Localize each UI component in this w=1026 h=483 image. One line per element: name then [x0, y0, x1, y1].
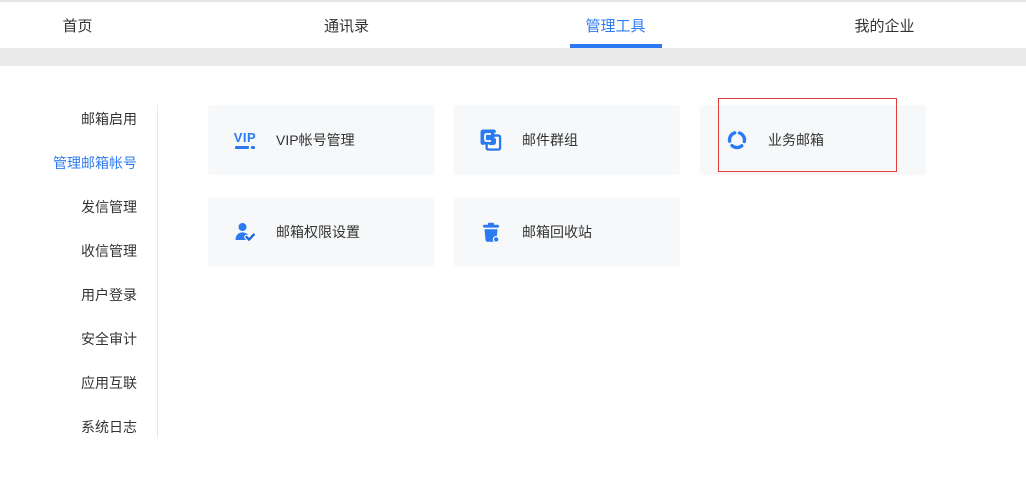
sidebar-item-user-login[interactable]: 用户登录	[0, 273, 137, 317]
card-label: 业务邮箱	[768, 130, 824, 150]
tab-contacts[interactable]: 通讯录	[212, 2, 481, 48]
card-label: VIP帐号管理	[276, 130, 355, 150]
tab-admin-tools[interactable]: 管理工具	[481, 2, 750, 48]
tool-cards: VIP VIP帐号管理 邮件群组	[208, 105, 926, 267]
sidebar-item-security-audit[interactable]: 安全审计	[0, 317, 137, 361]
header-separator-band	[0, 48, 1026, 66]
exmail-admin-page: 首页 通讯录 管理工具 我的企业 邮箱启用 管理邮箱帐号 发信管理 收信管理 用…	[0, 0, 1026, 483]
circular-arrows-icon	[720, 129, 754, 151]
sidebar-item-app-integration[interactable]: 应用互联	[0, 361, 137, 405]
tab-my-enterprise-label: 我的企业	[854, 15, 914, 36]
sidebar-item-manage-mailbox-accounts[interactable]: 管理邮箱帐号	[0, 141, 137, 185]
card-label: 邮箱权限设置	[276, 222, 360, 242]
card-business-mailbox[interactable]: 业务邮箱	[700, 105, 926, 175]
vip-icon: VIP	[228, 131, 262, 149]
card-vip-account-management[interactable]: VIP VIP帐号管理	[208, 105, 434, 175]
top-navigation: 首页 通讯录 管理工具 我的企业	[0, 0, 1026, 48]
card-label: 邮件群组	[522, 130, 578, 150]
card-label: 邮箱回收站	[522, 222, 592, 242]
nav-tabs: 首页 通讯录 管理工具 我的企业	[0, 2, 1026, 48]
sidebar-item-outbound-management[interactable]: 发信管理	[0, 185, 137, 229]
card-mailbox-recycle-bin[interactable]: 邮箱回收站	[454, 197, 680, 267]
trash-bin-icon	[474, 220, 508, 244]
tab-my-enterprise[interactable]: 我的企业	[750, 2, 1019, 48]
tab-home-label: 首页	[62, 15, 92, 36]
tab-admin-tools-label: 管理工具	[585, 15, 645, 36]
sidebar-item-system-log[interactable]: 系统日志	[0, 405, 137, 449]
sidebar-divider	[157, 105, 158, 438]
sidebar-item-inbound-management[interactable]: 收信管理	[0, 229, 137, 273]
card-mail-groups[interactable]: 邮件群组	[454, 105, 680, 175]
vip-icon-text: VIP	[234, 131, 256, 144]
sidebar: 邮箱启用 管理邮箱帐号 发信管理 收信管理 用户登录 安全审计 应用互联 系统日…	[0, 97, 137, 449]
card-mailbox-permission-settings[interactable]: 邮箱权限设置	[208, 197, 434, 267]
tab-contacts-label: 通讯录	[324, 15, 369, 36]
user-check-icon	[228, 220, 262, 244]
sidebar-item-mailbox-enable[interactable]: 邮箱启用	[0, 97, 137, 141]
tab-home[interactable]: 首页	[0, 2, 212, 48]
content-area: 邮箱启用 管理邮箱帐号 发信管理 收信管理 用户登录 安全审计 应用互联 系统日…	[0, 66, 1026, 483]
overlapping-squares-icon	[474, 128, 508, 152]
